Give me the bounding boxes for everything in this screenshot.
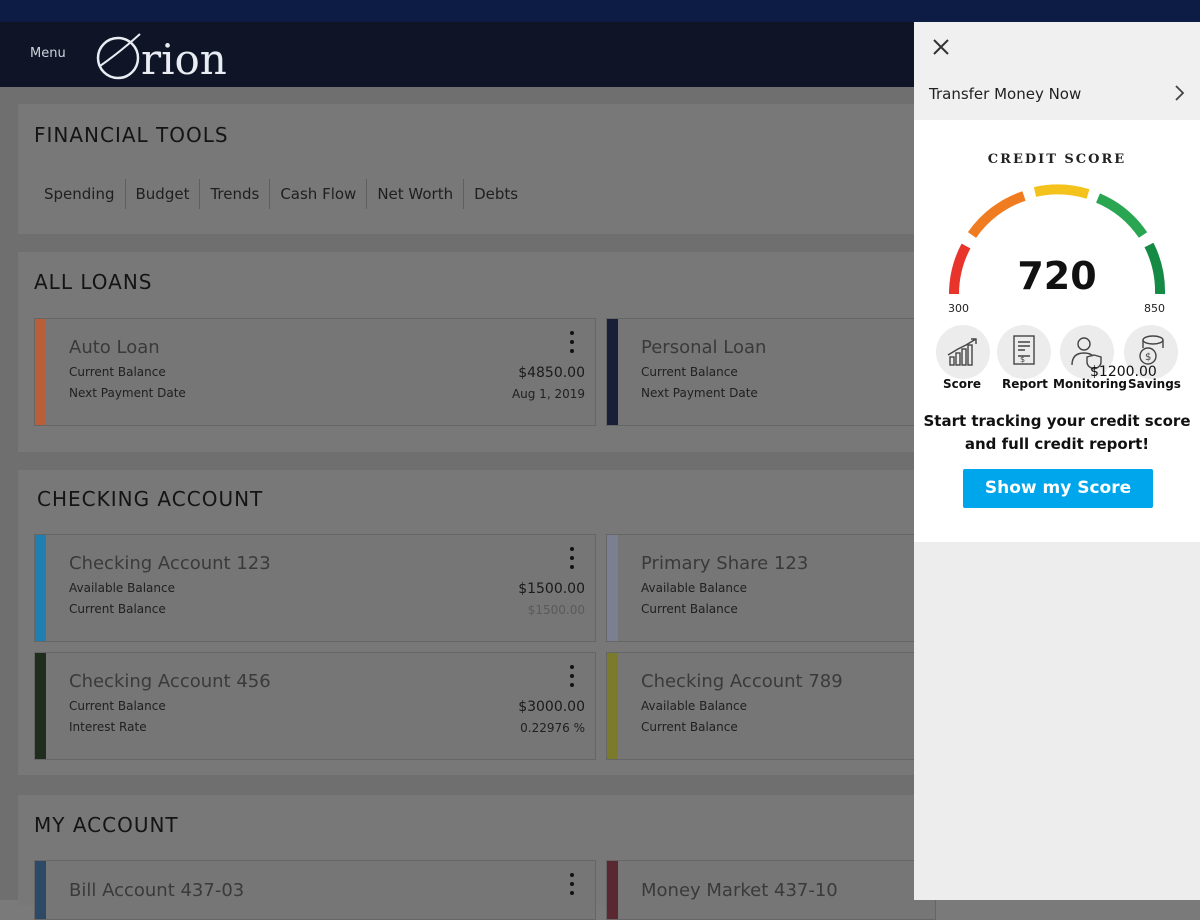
account-label: Current Balance [69,365,166,379]
account-value: $4850.00 [518,365,585,381]
tab-debts[interactable]: Debts [464,179,528,209]
panel-header: Transfer Money Now [914,22,1200,121]
tab-cash-flow[interactable]: Cash Flow [270,179,368,209]
show-my-score-button[interactable]: Show my Score [963,469,1153,508]
close-icon[interactable] [930,36,952,58]
account-color-bar [35,319,46,425]
account-label: Interest Rate [69,720,147,734]
account-name: Checking Account 123 [69,553,271,574]
savings-amount: $1200.00 [1090,364,1157,380]
account-value: $1500.00 [527,603,585,617]
account-name: Bill Account 437-03 [69,880,245,901]
account-value: $1500.00 [518,581,585,597]
app-header: Menu rion [0,22,914,87]
account-tile-checking-789[interactable]: Checking Account 789 Available Balance C… [606,652,936,760]
all-loans-card: ALL LOANS Auto Loan Current Balance Next… [18,252,936,452]
financial-tools-card: FINANCIAL TOOLS Spending Budget Trends C… [18,104,914,234]
my-account-card: MY ACCOUNT Bill Account 437-03 Money Mar… [18,795,936,920]
checking-account-card: CHECKING ACCOUNT Checking Account 123 Av… [18,470,936,775]
account-value: $3000.00 [518,699,585,715]
credit-score-title: CREDIT SCORE [987,152,1127,167]
tab-budget[interactable]: Budget [126,179,201,209]
document-icon[interactable]: $ [997,325,1051,379]
feature-label-score: Score [943,377,982,391]
account-name: Checking Account 456 [69,671,271,692]
account-color-bar [607,653,618,759]
tab-spending[interactable]: Spending [34,179,126,209]
main-content: FINANCIAL TOOLS Spending Budget Trends C… [0,87,936,920]
chevron-right-icon[interactable] [1172,84,1186,102]
side-panel: Transfer Money Now CREDIT SCORE 720 300 … [914,22,1200,900]
svg-text:rion: rion [141,35,227,82]
orion-logo: rion [94,28,244,84]
account-tile-bill-account[interactable]: Bill Account 437-03 [34,860,596,920]
tab-trends[interactable]: Trends [200,179,271,209]
credit-feature-icons: $ $ Score Report Monitoring Savings [934,325,1190,395]
svg-text:$: $ [1020,355,1025,364]
credit-score-value: 720 [1017,254,1097,298]
more-options-icon[interactable] [569,873,575,899]
financial-tools-title: FINANCIAL TOOLS [34,123,229,147]
account-name: Personal Loan [641,337,767,358]
more-options-icon[interactable] [569,331,575,357]
tagline-line-2: and full credit report! [964,435,1150,453]
financial-tools-tabs: Spending Budget Trends Cash Flow Net Wor… [34,179,528,209]
account-label: Available Balance [641,581,747,595]
transfer-money-link[interactable]: Transfer Money Now [929,85,1081,103]
checking-account-title: CHECKING ACCOUNT [37,487,264,511]
account-color-bar [35,535,46,641]
score-min-label: 300 [948,302,969,315]
feature-label-report: Report [1002,377,1048,391]
credit-score-widget: CREDIT SCORE 720 300 850 $ $ Score Repor… [914,120,1200,542]
tab-net-worth[interactable]: Net Worth [367,179,465,209]
account-tile-money-market[interactable]: Money Market 437-10 [606,860,936,920]
account-tile-checking-123[interactable]: Checking Account 123 Available Balance C… [34,534,596,642]
account-tile-checking-456[interactable]: Checking Account 456 Current Balance Int… [34,652,596,760]
all-loans-title: ALL LOANS [34,270,153,294]
account-label: Next Payment Date [641,386,758,400]
account-name: Money Market 437-10 [641,880,838,901]
account-tile-personal-loan[interactable]: Personal Loan Current Balance Next Payme… [606,318,936,426]
more-options-icon[interactable] [569,665,575,691]
score-max-label: 850 [1144,302,1165,315]
more-options-icon[interactable] [569,547,575,573]
account-label: Current Balance [641,602,738,616]
account-value: 0.22976 % [520,721,585,735]
account-color-bar [607,319,618,425]
chart-growth-icon[interactable] [936,325,990,379]
account-label: Current Balance [69,699,166,713]
account-name: Primary Share 123 [641,553,809,574]
account-tile-primary-share-123[interactable]: Primary Share 123 Available Balance Curr… [606,534,936,642]
account-name: Auto Loan [69,337,160,358]
account-color-bar [35,861,46,919]
account-label: Current Balance [641,720,738,734]
svg-text:$: $ [1145,352,1151,363]
menu-button[interactable]: Menu [30,46,66,61]
account-label: Current Balance [641,365,738,379]
account-color-bar [35,653,46,759]
account-value: Aug 1, 2019 [511,387,585,401]
account-name: Checking Account 789 [641,671,843,692]
status-bar [0,0,1200,22]
account-color-bar [607,861,618,919]
account-tile-auto-loan[interactable]: Auto Loan Current Balance Next Payment D… [34,318,596,426]
account-label: Available Balance [69,581,175,595]
tagline-line-1: Start tracking your credit score [923,412,1191,430]
account-label: Available Balance [641,699,747,713]
account-label: Current Balance [69,602,166,616]
account-label: Next Payment Date [69,386,186,400]
account-color-bar [607,535,618,641]
credit-tagline: Start tracking your credit score and ful… [914,410,1200,456]
my-account-title: MY ACCOUNT [34,813,179,837]
